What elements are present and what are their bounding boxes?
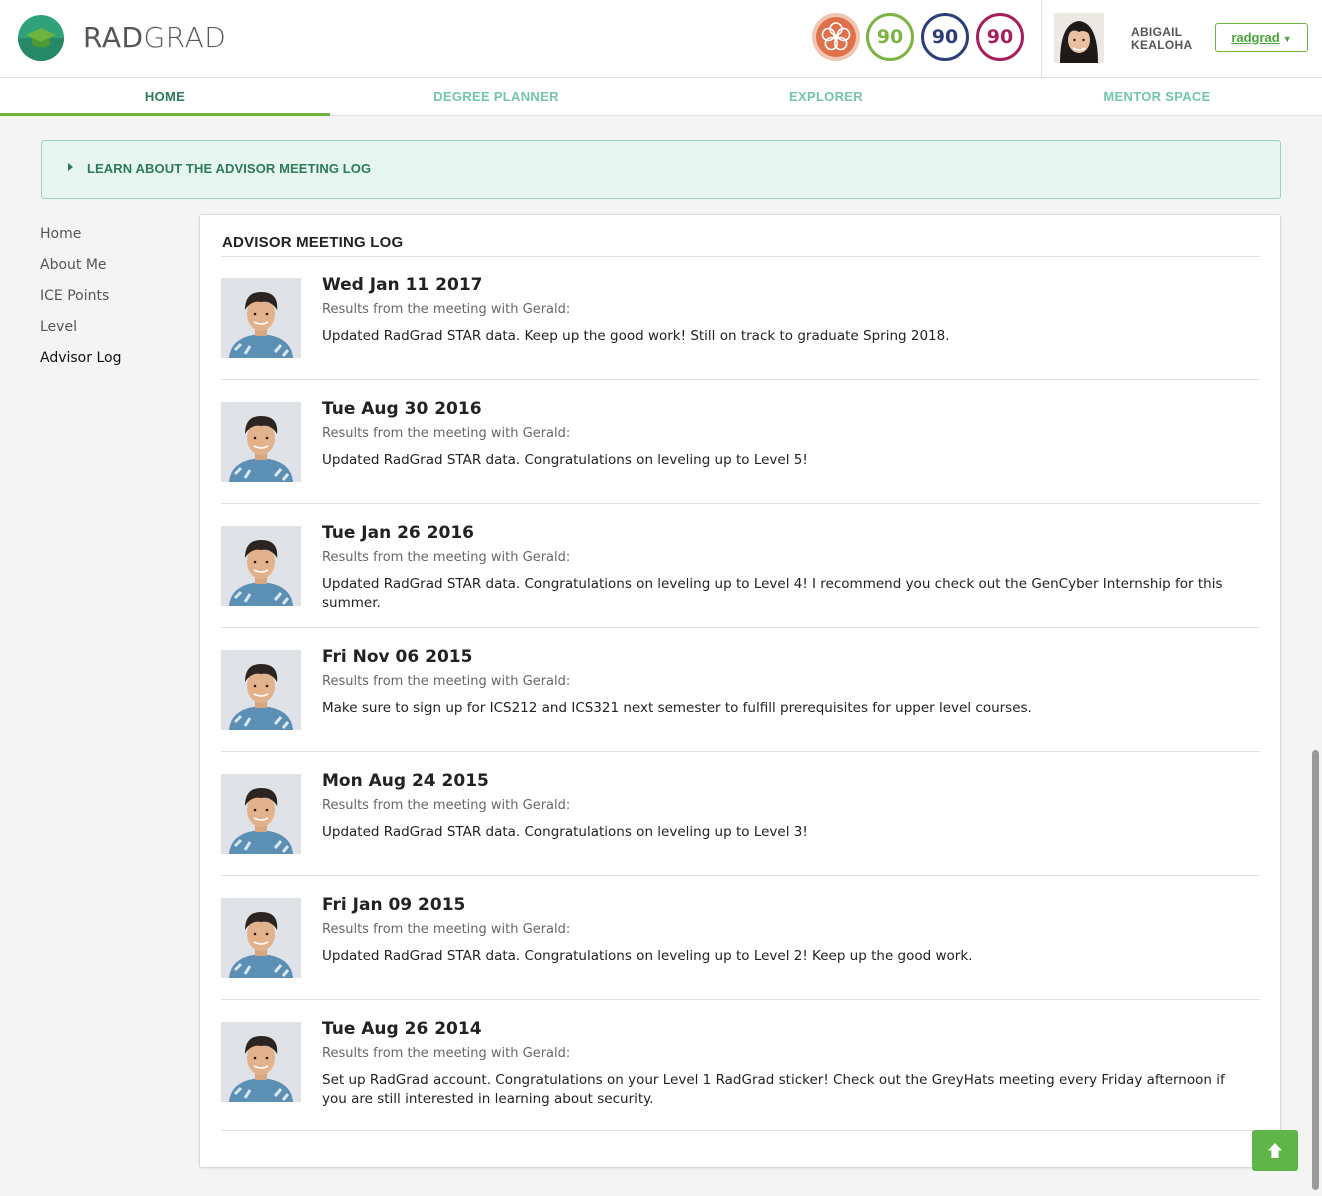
- log-entry-date: Fri Nov 06 2015: [322, 647, 473, 667]
- arrow-up-icon: [1268, 1143, 1282, 1158]
- log-entry-meta: Results from the meeting with Gerald:: [322, 1046, 571, 1061]
- ice-experience-badge[interactable]: 90: [975, 12, 1025, 62]
- log-entry: Tue Aug 26 2014 Results from the meeting…: [221, 1019, 1260, 1131]
- advisor-photo-icon: [221, 526, 301, 606]
- sidebar-item-home[interactable]: Home: [40, 223, 190, 254]
- sidebar-item-about-me[interactable]: About Me: [40, 254, 190, 285]
- log-entry: Mon Aug 24 2015 Results from the meeting…: [221, 771, 1260, 876]
- ice-competency-badge[interactable]: 90: [920, 12, 970, 62]
- log-entry-text: Updated RadGrad STAR data. Congratulatio…: [322, 576, 1223, 611]
- sidebar-item-ice-points[interactable]: ICE Points: [40, 285, 190, 316]
- help-accordion-title: LEARN ABOUT THE ADVISOR MEETING LOG: [87, 161, 372, 176]
- log-entry-date: Fri Jan 09 2015: [322, 895, 466, 915]
- advisor-avatar: [221, 774, 301, 854]
- log-entry: Wed Jan 11 2017 Results from the meeting…: [221, 275, 1260, 380]
- log-entry-meta: Results from the meeting with Gerald:: [322, 302, 571, 317]
- log-entry: Tue Jan 26 2016 Results from the meeting…: [221, 523, 1260, 628]
- account-dropdown-button[interactable]: radgrad ▼: [1215, 23, 1308, 52]
- tab-mentor-space[interactable]: MENTOR SPACE: [992, 78, 1322, 116]
- top-header: RADGRAD 90 90 90 ABIGAIL KEALOHA radgrad…: [0, 0, 1322, 78]
- log-entry-date: Tue Aug 30 2016: [322, 399, 482, 419]
- level-badge[interactable]: [811, 12, 861, 62]
- log-entry-text: Updated RadGrad STAR data. Congratulatio…: [322, 948, 973, 964]
- advisor-avatar: [221, 898, 301, 978]
- brand-wordmark[interactable]: RADGRAD: [83, 20, 226, 56]
- radgrad-logo-icon[interactable]: [16, 14, 66, 62]
- experience-points: 90: [986, 26, 1014, 48]
- brand-part-grad: GRAD: [143, 21, 227, 54]
- sidebar-item-advisor-log[interactable]: Advisor Log: [40, 347, 190, 378]
- card-title: ADVISOR MEETING LOG: [222, 234, 404, 251]
- user-avatar[interactable]: [1054, 13, 1104, 63]
- page-scrollbar[interactable]: [1312, 750, 1319, 1190]
- caret-right-icon: [68, 163, 73, 171]
- back-to-top-button[interactable]: [1252, 1130, 1298, 1171]
- log-entry-meta: Results from the meeting with Gerald:: [322, 922, 571, 937]
- log-entry-date: Mon Aug 24 2015: [322, 771, 489, 791]
- innovation-points: 90: [876, 26, 904, 48]
- tab-explorer[interactable]: EXPLORER: [661, 78, 991, 116]
- advisor-avatar: [221, 1022, 301, 1102]
- side-menu: Home About Me ICE Points Level Advisor L…: [40, 223, 190, 378]
- advisor-avatar: [221, 526, 301, 606]
- log-entry-meta: Results from the meeting with Gerald:: [322, 550, 571, 565]
- user-photo-icon: [1054, 13, 1104, 63]
- tab-degree-planner[interactable]: DEGREE PLANNER: [331, 78, 661, 116]
- log-entry-text: Updated RadGrad STAR data. Keep up the g…: [322, 328, 950, 344]
- log-entry-text: Updated RadGrad STAR data. Congratulatio…: [322, 452, 808, 468]
- advisor-avatar: [221, 650, 301, 730]
- log-entry: Fri Jan 09 2015 Results from the meeting…: [221, 895, 1260, 1000]
- account-dropdown-label: radgrad: [1231, 30, 1280, 45]
- help-accordion[interactable]: LEARN ABOUT THE ADVISOR MEETING LOG: [41, 140, 1281, 199]
- log-entry-text: Make sure to sign up for ICS212 and ICS3…: [322, 700, 1032, 716]
- caret-down-icon: ▼: [1282, 34, 1292, 44]
- log-entry-meta: Results from the meeting with Gerald:: [322, 674, 571, 689]
- main-navigation: HOME DEGREE PLANNER EXPLORER MENTOR SPAC…: [0, 78, 1322, 116]
- advisor-photo-icon: [221, 650, 301, 730]
- log-entry: Tue Aug 30 2016 Results from the meeting…: [221, 399, 1260, 504]
- log-entry-date: Tue Aug 26 2014: [322, 1019, 482, 1039]
- user-last-name: KEALOHA: [1131, 38, 1193, 52]
- ice-innovation-badge[interactable]: 90: [865, 12, 915, 62]
- log-entry-meta: Results from the meeting with Gerald:: [322, 426, 571, 441]
- log-entry-date: Wed Jan 11 2017: [322, 275, 483, 295]
- user-name: ABIGAIL KEALOHA: [1131, 26, 1192, 52]
- advisor-log-card: ADVISOR MEETING LOG Wed Jan 11 2017 Resu…: [199, 214, 1281, 1168]
- log-entry-text: Set up RadGrad account. Congratulations …: [322, 1072, 1225, 1107]
- log-entry-text: Updated RadGrad STAR data. Congratulatio…: [322, 824, 808, 840]
- brand-part-rad: RAD: [83, 21, 144, 54]
- log-entry-date: Tue Jan 26 2016: [322, 523, 474, 543]
- advisor-photo-icon: [221, 278, 301, 358]
- advisor-avatar: [221, 402, 301, 482]
- title-divider: [221, 256, 1260, 257]
- user-divider: [1041, 0, 1042, 77]
- level-flower-icon: [812, 13, 860, 61]
- advisor-avatar: [221, 278, 301, 358]
- competency-points: 90: [931, 26, 959, 48]
- log-entry: Fri Nov 06 2015 Results from the meeting…: [221, 647, 1260, 752]
- advisor-photo-icon: [221, 898, 301, 978]
- advisor-photo-icon: [221, 1022, 301, 1102]
- advisor-photo-icon: [221, 774, 301, 854]
- advisor-photo-icon: [221, 402, 301, 482]
- tab-home[interactable]: HOME: [0, 78, 330, 116]
- log-entry-meta: Results from the meeting with Gerald:: [322, 798, 571, 813]
- sidebar-item-level[interactable]: Level: [40, 316, 190, 347]
